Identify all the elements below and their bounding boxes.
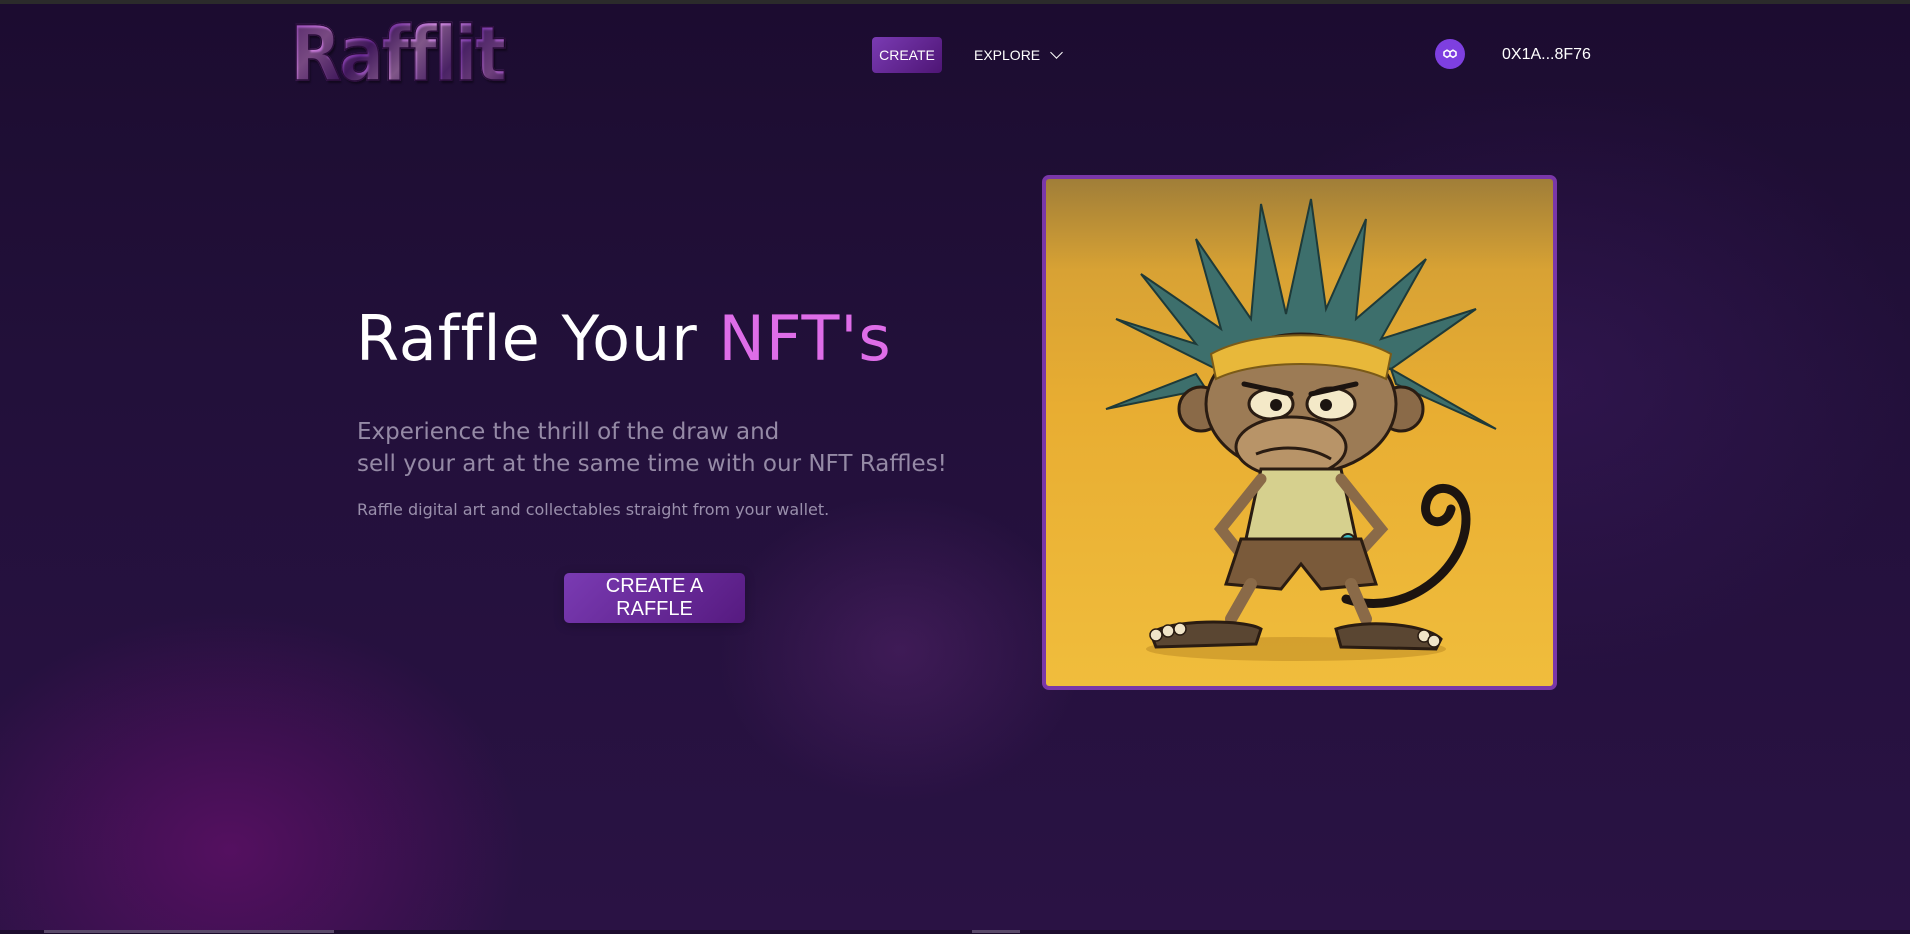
nav-explore-dropdown[interactable]: EXPLORE [974, 37, 1064, 73]
polygon-logo-glyph [1443, 49, 1457, 59]
wallet-address-button[interactable]: 0X1A...8F76 [1502, 37, 1591, 73]
site-header: Rafflit CREATE EXPLORE 0X1A...8F76 [0, 0, 1910, 110]
hero-subtitle: Experience the thrill of the draw and sel… [357, 416, 947, 480]
hero-title-accent: NFT's [718, 302, 892, 375]
scrollbar-thumb[interactable] [44, 930, 334, 933]
polygon-icon[interactable] [1435, 39, 1465, 69]
create-raffle-button[interactable]: CREATE A RAFFLE [564, 573, 745, 623]
hero-description: Raffle digital art and collectables stra… [357, 500, 830, 519]
site-logo[interactable]: Rafflit [289, 11, 507, 97]
nav-explore-label: EXPLORE [974, 47, 1041, 63]
logo-text: Rafflit [289, 9, 507, 98]
hero-title: Raffle Your NFT's [356, 302, 892, 375]
chevron-down-icon [1050, 46, 1064, 59]
wallet-address: 0X1A...8F76 [1502, 46, 1591, 63]
monkey-nft-illustration [1105, 198, 1497, 661]
scrollbar-thumb-secondary[interactable] [972, 930, 1020, 933]
nav-create-button[interactable]: CREATE [872, 37, 942, 73]
featured-nft-image [1042, 175, 1557, 690]
hero-subtitle-line1: Experience the thrill of the draw and [357, 419, 780, 445]
hero-title-main: Raffle Your [356, 302, 719, 375]
hero-subtitle-line2: sell your art at the same time with our … [357, 451, 947, 477]
